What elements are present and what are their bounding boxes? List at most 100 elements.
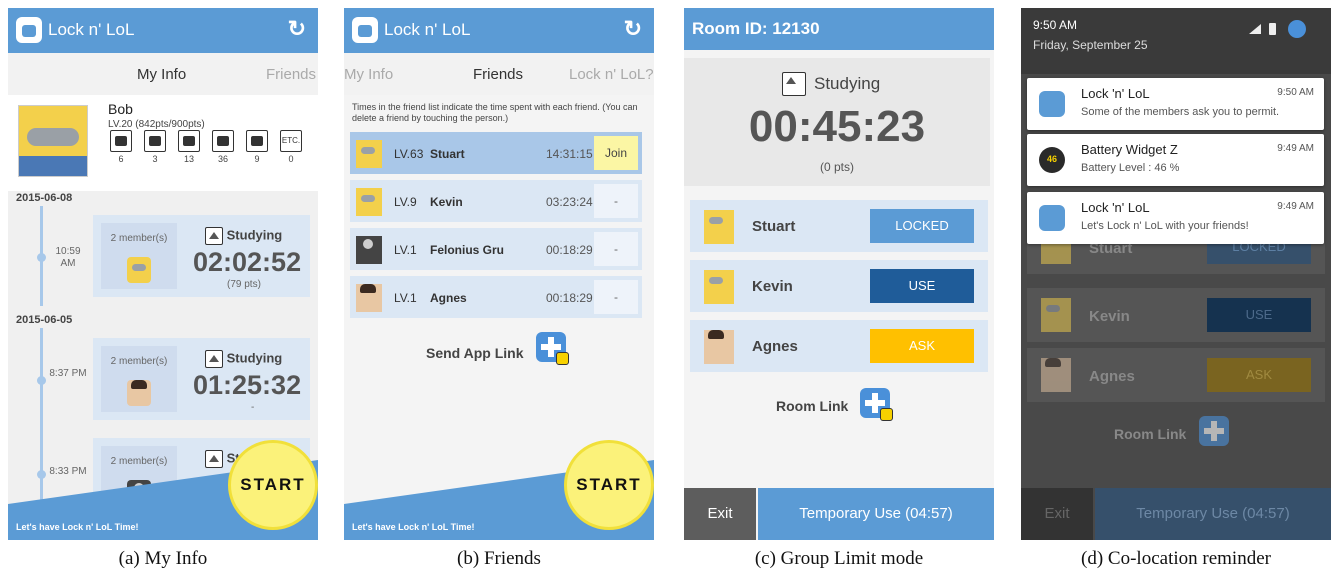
members-box: 2 member(s) bbox=[101, 223, 177, 289]
tab-friends[interactable]: Friends bbox=[473, 66, 523, 83]
tab-bar: My Info Friends bbox=[8, 53, 318, 95]
temporary-use-button[interactable]: Temporary Use (04:57) bbox=[758, 488, 994, 540]
stat-couple: 9 bbox=[245, 130, 269, 164]
studying-icon bbox=[782, 72, 806, 96]
clock: 9:50 AM bbox=[1033, 18, 1078, 32]
timeline-dot bbox=[37, 253, 46, 262]
caption: (b) Friends bbox=[457, 548, 541, 569]
avatar bbox=[127, 257, 151, 283]
friend-name: Agnes bbox=[430, 291, 467, 305]
friend-row[interactable]: LV.63 Stuart 14:31:15 Join bbox=[350, 132, 642, 174]
battery-widget-icon: 46 bbox=[1039, 147, 1065, 173]
use-button[interactable]: USE bbox=[870, 269, 974, 303]
notification-time: 9:50 AM bbox=[1277, 87, 1314, 98]
app-logo-icon bbox=[16, 17, 42, 43]
timeline-date: 2015-06-08 bbox=[16, 192, 73, 204]
notification-time: 9:49 AM bbox=[1277, 143, 1314, 154]
friend-name: Felonius Gru bbox=[430, 243, 505, 257]
friend-time: 03:23:24 bbox=[546, 195, 593, 209]
activity-points: - bbox=[251, 402, 255, 413]
couple-icon bbox=[246, 130, 268, 152]
avatar[interactable] bbox=[18, 105, 88, 177]
banner-text: Let's have Lock n' LoL Time! bbox=[352, 522, 475, 532]
account-icon[interactable] bbox=[1288, 20, 1306, 38]
friend-row[interactable]: LV.1 Agnes 00:18:29 - bbox=[350, 276, 642, 318]
tab-friends[interactable]: Friends bbox=[266, 66, 316, 83]
app-logo-icon bbox=[1039, 205, 1065, 231]
avatar bbox=[356, 236, 382, 264]
notification[interactable]: Lock 'n' LoL Let's Lock n' LoL with your… bbox=[1027, 192, 1324, 244]
member-name: Agnes bbox=[1089, 368, 1135, 385]
avatar bbox=[1041, 358, 1071, 392]
avatar bbox=[356, 188, 382, 216]
tab-lock-n-lol[interactable]: Lock n' LoL? bbox=[569, 66, 654, 83]
activity-card[interactable]: 2 member(s) Studying 02:02:52 (79 pts) bbox=[93, 215, 310, 297]
dining-icon bbox=[178, 130, 200, 152]
notification[interactable]: Lock 'n' LoL Some of the members ask you… bbox=[1027, 78, 1324, 130]
send-app-link-button[interactable] bbox=[536, 332, 569, 365]
start-button[interactable]: START bbox=[228, 440, 318, 530]
studying-icon bbox=[205, 450, 223, 468]
ask-button: ASK bbox=[1207, 358, 1311, 392]
activity-duration: 02:02:52 bbox=[193, 247, 302, 277]
signal-icon bbox=[1249, 24, 1261, 34]
meeting-icon bbox=[144, 130, 166, 152]
notification-text: Some of the members ask you to permit. bbox=[1081, 106, 1280, 118]
caption: (d) Co-location reminder bbox=[1081, 548, 1271, 569]
caption: (c) Group Limit mode bbox=[754, 548, 924, 569]
kakao-badge-icon bbox=[556, 352, 569, 365]
notification-text: Battery Level : 46 % bbox=[1081, 162, 1180, 174]
activity-label: Studying bbox=[205, 350, 282, 368]
friend-action: - bbox=[594, 280, 638, 314]
temporary-use-button: Temporary Use (04:57) bbox=[1095, 488, 1331, 540]
member-name: Agnes bbox=[752, 338, 798, 355]
start-button[interactable]: START bbox=[564, 440, 654, 530]
room-id: Room ID: 12130 bbox=[692, 19, 820, 38]
friend-row[interactable]: LV.1 Felonius Gru 00:18:29 - bbox=[350, 228, 642, 270]
friend-row[interactable]: LV.9 Kevin 03:23:24 - bbox=[350, 180, 642, 222]
exit-button[interactable]: Exit bbox=[684, 488, 756, 540]
notification-title: Lock 'n' LoL bbox=[1081, 200, 1150, 215]
timeline-time: 8:33 PM bbox=[49, 466, 87, 477]
notification-text: Let's Lock n' LoL with your friends! bbox=[1081, 220, 1249, 232]
members-box: 2 member(s) bbox=[101, 346, 177, 412]
friend-level: LV.1 bbox=[394, 243, 417, 257]
notification[interactable]: 46 Battery Widget Z Battery Level : 46 %… bbox=[1027, 134, 1324, 186]
timeline-dot bbox=[37, 376, 46, 385]
notification-title: Battery Widget Z bbox=[1081, 142, 1178, 157]
app-logo-icon bbox=[1039, 91, 1065, 117]
etc-icon: ETC. bbox=[280, 130, 302, 152]
caption: (a) My Info bbox=[118, 548, 208, 569]
stat-dining: 13 bbox=[177, 130, 201, 164]
battery-widget-badge: 46 bbox=[1046, 154, 1057, 164]
friend-time: 00:18:29 bbox=[546, 291, 593, 305]
banner-text: Let's have Lock n' LoL Time! bbox=[16, 522, 139, 532]
join-button[interactable]: Join bbox=[594, 136, 638, 170]
tab-my-info[interactable]: My Info bbox=[344, 66, 393, 83]
refresh-icon[interactable]: ↻ bbox=[624, 16, 642, 42]
member-name: Kevin bbox=[752, 278, 793, 295]
room-link-button bbox=[1199, 416, 1229, 446]
room-link-label: Room Link bbox=[776, 398, 849, 414]
stat-etc: ETC. 0 bbox=[279, 130, 303, 164]
battery-icon bbox=[1269, 23, 1276, 35]
locked-button[interactable]: LOCKED bbox=[870, 209, 974, 243]
app-bar: Lock n' LoL ↻ bbox=[8, 8, 318, 53]
room-link-button[interactable] bbox=[860, 388, 893, 421]
timeline-dot bbox=[37, 470, 46, 479]
chat-icon bbox=[212, 130, 234, 152]
status-bar: 9:50 AM Friday, September 25 bbox=[1021, 8, 1331, 74]
avatar bbox=[704, 270, 734, 304]
member-row: Kevin USE bbox=[690, 260, 988, 312]
friend-name: Kevin bbox=[430, 195, 463, 209]
ask-button[interactable]: ASK bbox=[870, 329, 974, 363]
friend-time: 14:31:15 bbox=[546, 147, 593, 161]
studying-icon bbox=[205, 350, 223, 368]
refresh-icon[interactable]: ↻ bbox=[288, 16, 306, 42]
activity-card[interactable]: 2 member(s) Studying 01:25:32 - bbox=[93, 338, 310, 420]
members-count: 2 member(s) bbox=[110, 233, 168, 244]
member-name: Kevin bbox=[1089, 308, 1130, 325]
tab-my-info[interactable]: My Info bbox=[137, 66, 186, 83]
room-header: Room ID: 12130 bbox=[684, 8, 994, 50]
app-logo-icon bbox=[352, 17, 378, 43]
